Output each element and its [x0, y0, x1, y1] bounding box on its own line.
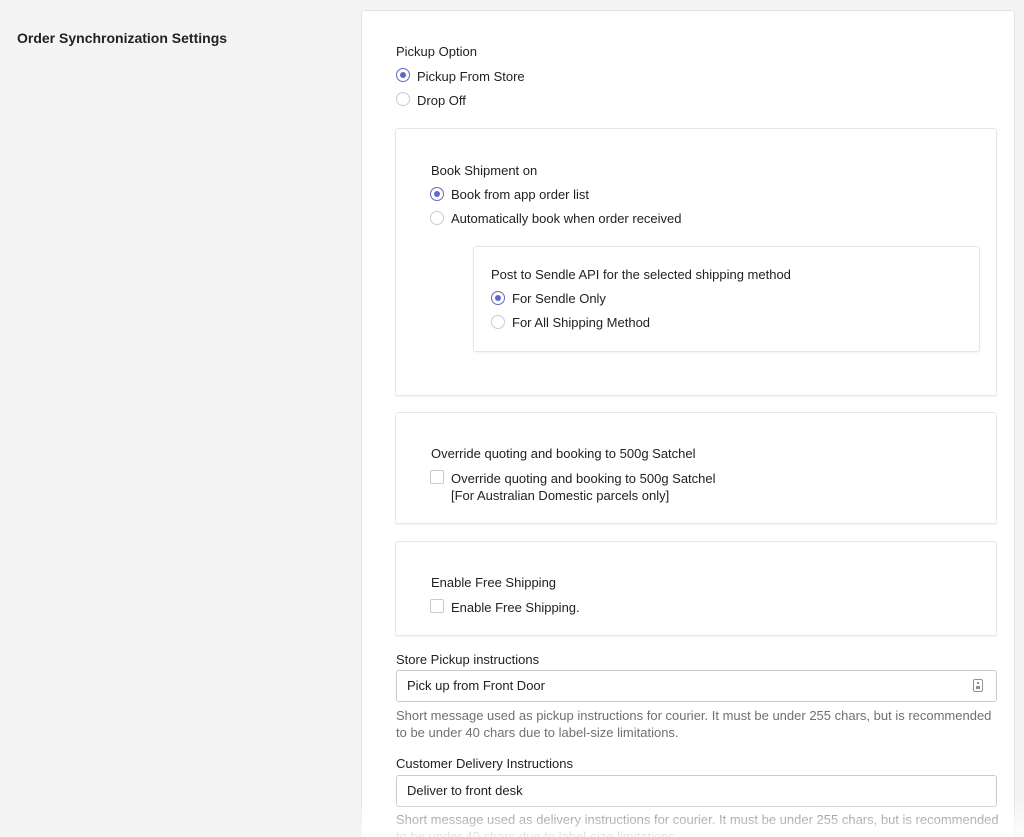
override-satchel-note: [For Australian Domestic parcels only] [451, 488, 670, 503]
store-pickup-value: Pick up from Front Door [407, 678, 545, 693]
radio-book-from-app-label[interactable]: Book from app order list [451, 187, 589, 202]
radio-auto-book[interactable] [430, 211, 444, 225]
radio-all-shipping[interactable] [491, 315, 505, 329]
customer-delivery-help: Short message used as delivery instructi… [396, 812, 999, 837]
override-satchel-label: Override quoting and booking to 500g Sat… [431, 446, 696, 461]
radio-pickup-from-store-label[interactable]: Pickup From Store [417, 69, 525, 84]
radio-auto-book-label[interactable]: Automatically book when order received [451, 211, 682, 226]
book-shipment-label: Book Shipment on [431, 163, 538, 178]
free-shipping-label: Enable Free Shipping [431, 575, 557, 590]
store-pickup-help: Short message used as pickup instruction… [396, 708, 992, 740]
radio-sendle-only[interactable] [491, 291, 505, 305]
customer-delivery-label: Customer Delivery Instructions [396, 756, 573, 771]
section-title: Order Synchronization Settings [17, 30, 228, 46]
free-shipping-checkbox-label[interactable]: Enable Free Shipping. [451, 600, 580, 615]
radio-book-from-app[interactable] [430, 187, 444, 201]
customer-delivery-value: Deliver to front desk [407, 783, 523, 798]
post-to-sendle-label: Post to Sendle API for the selected ship… [491, 267, 791, 282]
override-satchel-panel [395, 412, 997, 524]
store-pickup-input[interactable]: Pick up from Front Door [396, 670, 997, 702]
radio-pickup-from-store[interactable] [396, 68, 410, 82]
store-pickup-label: Store Pickup instructions [396, 652, 540, 667]
radio-drop-off-label[interactable]: Drop Off [417, 93, 466, 108]
pickup-option-label: Pickup Option [396, 44, 477, 59]
override-satchel-checkbox[interactable] [430, 470, 444, 484]
override-satchel-checkbox-label[interactable]: Override quoting and booking to 500g Sat… [451, 471, 716, 486]
radio-sendle-only-label[interactable]: For Sendle Only [512, 291, 606, 306]
customer-delivery-input[interactable]: Deliver to front desk [396, 775, 997, 807]
free-shipping-checkbox[interactable] [430, 599, 444, 613]
radio-all-shipping-label[interactable]: For All Shipping Method [512, 315, 650, 330]
contact-card-icon[interactable] [973, 679, 983, 692]
radio-drop-off[interactable] [396, 92, 410, 106]
